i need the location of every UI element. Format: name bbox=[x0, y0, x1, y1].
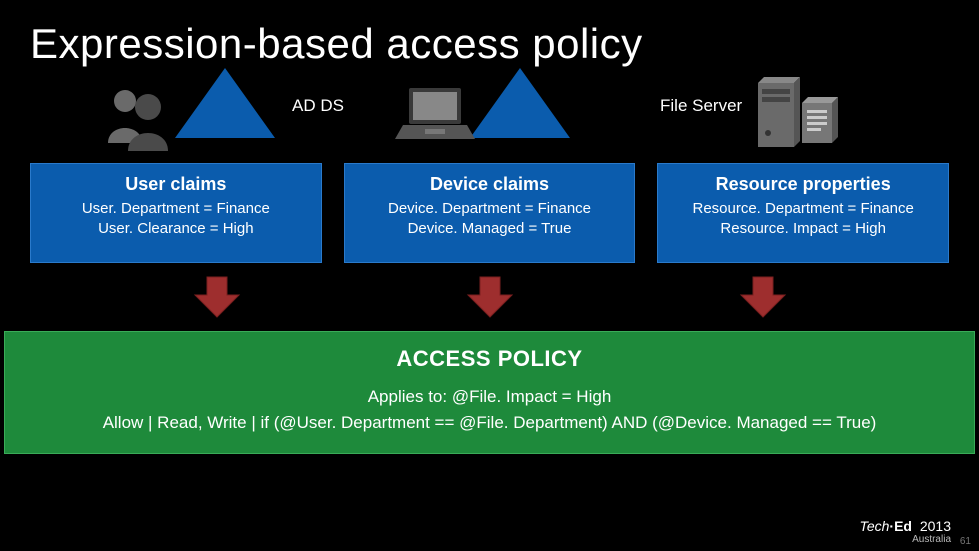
laptop-icon bbox=[395, 83, 475, 143]
page-number: 61 bbox=[960, 536, 971, 547]
arrow-down-icon bbox=[193, 275, 241, 319]
adds-label: AD DS bbox=[292, 96, 344, 116]
arrows-row bbox=[0, 275, 979, 319]
access-policy-box: ACCESS POLICY Applies to: @File. Impact … bbox=[4, 331, 975, 454]
arrow-down-icon bbox=[466, 275, 514, 319]
brand-sub: Australia bbox=[860, 534, 951, 545]
user-claims-line1: User. Department = Finance bbox=[37, 199, 315, 219]
file-server-label: File Server bbox=[660, 96, 742, 116]
brand-year: 2013 bbox=[920, 518, 951, 534]
user-claims-header: User claims bbox=[37, 174, 315, 195]
user-claims-line2: User. Clearance = High bbox=[37, 219, 315, 239]
slide-title: Expression-based access policy bbox=[0, 0, 979, 68]
device-claims-line2: Device. Managed = True bbox=[351, 219, 629, 239]
triangle-shape-2 bbox=[470, 68, 570, 138]
arrow-down-icon bbox=[739, 275, 787, 319]
access-policy-allow: Allow | Read, Write | if (@User. Departm… bbox=[15, 410, 964, 436]
device-claims-header: Device claims bbox=[351, 174, 629, 195]
claims-boxes-row: User claims User. Department = Finance U… bbox=[0, 163, 979, 263]
icons-row: AD DS File Server bbox=[0, 78, 979, 158]
brand-ed: Ed bbox=[894, 518, 912, 534]
brand-tech: Tech bbox=[860, 518, 890, 534]
server-icon bbox=[750, 73, 840, 158]
brand-footer: Tech·Ed 2013 Australia bbox=[860, 518, 951, 545]
resource-properties-line1: Resource. Department = Finance bbox=[664, 199, 942, 219]
access-policy-applies: Applies to: @File. Impact = High bbox=[15, 384, 964, 410]
resource-properties-box: Resource properties Resource. Department… bbox=[657, 163, 949, 263]
user-claims-box: User claims User. Department = Finance U… bbox=[30, 163, 322, 263]
resource-properties-line2: Resource. Impact = High bbox=[664, 219, 942, 239]
people-icon bbox=[100, 83, 175, 153]
triangle-shape-1 bbox=[175, 68, 275, 138]
resource-properties-header: Resource properties bbox=[664, 174, 942, 195]
device-claims-box: Device claims Device. Department = Finan… bbox=[344, 163, 636, 263]
access-policy-header: ACCESS POLICY bbox=[15, 346, 964, 372]
device-claims-line1: Device. Department = Finance bbox=[351, 199, 629, 219]
